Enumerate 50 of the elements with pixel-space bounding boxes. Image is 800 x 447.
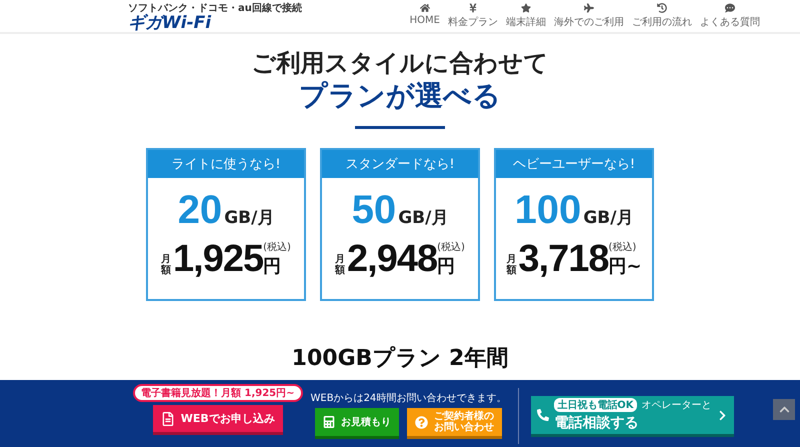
- price-prefix: 月額: [161, 254, 172, 276]
- chevron-right-icon: [716, 410, 728, 420]
- tax-note: (税込): [437, 240, 465, 254]
- data-amount: 20: [178, 190, 222, 230]
- nav-link[interactable]: HOME: [410, 3, 440, 29]
- nav-link[interactable]: 端末詳細: [506, 3, 546, 29]
- currency: 円: [263, 255, 282, 278]
- nav-link[interactable]: 海外でのご利用: [554, 3, 624, 29]
- data-unit: GB/月: [398, 207, 448, 229]
- estimate-button[interactable]: お見積もり: [314, 408, 399, 439]
- airplane-icon: [584, 3, 594, 13]
- phone-consult-button[interactable]: 土日祝も電話OK オペレーターと 電話相談する: [531, 396, 734, 437]
- price: 3,718: [518, 240, 608, 278]
- data-amount: 100: [514, 190, 582, 230]
- star-icon: [521, 3, 531, 13]
- calculator-icon: [322, 416, 335, 428]
- price-prefix: 月額: [335, 254, 346, 276]
- logo[interactable]: ギガWi-Fi: [128, 14, 302, 32]
- nav-link[interactable]: よくある質問: [700, 3, 760, 29]
- tax-note: (税込): [608, 240, 636, 254]
- question-icon: [414, 416, 428, 428]
- price: 1,925: [173, 240, 264, 278]
- home-icon: [420, 3, 430, 13]
- currency: 円~: [608, 255, 642, 278]
- plan-header: ライトに使うなら!: [148, 150, 304, 178]
- nav-link[interactable]: ご利用の流れ: [632, 3, 692, 29]
- yen-icon: [468, 3, 478, 13]
- plan-header: ヘビーユーザーなら!: [496, 150, 652, 178]
- chat-icon: [725, 3, 735, 13]
- data-unit: GB/月: [224, 207, 274, 229]
- promo-badge: 電子書籍見放題！月額 1,925円~: [133, 384, 302, 402]
- plan-header: スタンダードなら!: [322, 150, 478, 178]
- hero-title: ご利用スタイルに合わせて: [252, 48, 548, 78]
- tax-note: (税込): [263, 240, 291, 254]
- chevron-up-icon: [778, 404, 790, 415]
- section-title: 100GBプラン 2年間: [290, 345, 510, 373]
- data-unit: GB/月: [583, 207, 634, 229]
- nav-link[interactable]: 料金プラン: [448, 3, 498, 29]
- price: 2,948: [347, 240, 438, 278]
- web-apply-button[interactable]: WEBでお申し込み: [152, 405, 283, 435]
- scroll-top-button[interactable]: [773, 399, 795, 420]
- document-icon: [160, 412, 175, 426]
- phone-icon: [537, 409, 550, 421]
- currency: 円: [437, 255, 456, 278]
- hero-subtitle: プランが選べる: [299, 78, 501, 114]
- data-amount: 50: [352, 190, 396, 230]
- web-note: WEBからは24時間お問い合わせできます。: [310, 392, 506, 405]
- logo-tagline: ソフトバンク・ドコモ・au回線で接続: [128, 2, 302, 14]
- price-prefix: 月額: [506, 254, 516, 276]
- history-icon: [657, 3, 667, 13]
